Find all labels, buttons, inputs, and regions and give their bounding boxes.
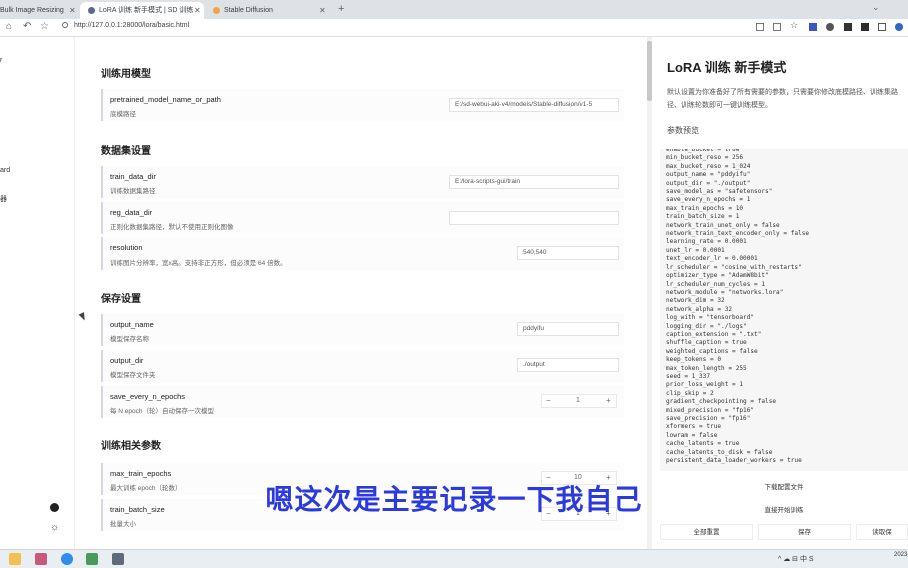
browser-tab-strip: Bulk Image Resizing ✕ LoRA 训练 新手模式 | SD … xyxy=(0,0,908,19)
param-row: train_data_dir 训练数据集路径 E:/lora-scripts-g… xyxy=(101,166,624,198)
app-icon[interactable] xyxy=(112,553,124,565)
param-row: output_name 模型保存名称 pddyifu xyxy=(101,314,624,346)
tab-label: Stable Diffusion xyxy=(224,7,273,14)
pretrained-model-input[interactable]: E:/sd-webui-aki-v4/models/Stable-diffusi… xyxy=(449,98,619,112)
save-every-n-epochs-stepper[interactable]: − 1 + xyxy=(541,394,617,408)
tab-close-icon[interactable]: ✕ xyxy=(319,2,326,19)
tab-close-icon[interactable]: ✕ xyxy=(194,2,201,19)
panel-title: LoRA 训练 新手模式 xyxy=(667,60,787,75)
tab-label: Bulk Image Resizing xyxy=(0,7,64,14)
tab-lora-training[interactable]: LoRA 训练 新手模式 | SD 训练 ✕ xyxy=(80,2,204,19)
params-preview-panel: LoRA 训练 新手模式 默认设置为你准备好了所有需要的参数，只需要你修改底模路… xyxy=(652,37,908,549)
param-name: train_data_dir xyxy=(110,172,156,181)
param-desc: 模型保存文件夹 xyxy=(110,372,156,379)
browser-icon[interactable] xyxy=(61,553,73,565)
param-name: output_name xyxy=(110,320,154,329)
page: r ard 器 ☼ 训练用模型 pretrained_model_name_or… xyxy=(0,37,908,549)
panel-description: 默认设置为你准备好了所有需要的参数，只需要你修改底模路径、训练集路径、训练轮数即… xyxy=(667,89,898,109)
back-icon[interactable]: ↶ xyxy=(23,21,31,32)
address-bar[interactable]: http://127.0.0.1:28000/lora/basic.html xyxy=(62,22,189,29)
sidebar: r ard 器 ☼ xyxy=(0,37,75,549)
toml-preview-text: enable_bucket = true min_bucket_reso = 2… xyxy=(666,149,810,465)
system-tray[interactable]: ^ ☁ ⊟ 中 S xyxy=(778,554,814,564)
param-name: reg_data_dir xyxy=(110,208,153,217)
param-desc: 训练数据集路径 xyxy=(110,188,156,195)
output-name-input[interactable]: pddyifu xyxy=(517,322,619,336)
param-name: max_train_epochs xyxy=(110,469,172,478)
theme-toggle-icon[interactable]: ☼ xyxy=(50,522,59,533)
train-data-dir-input[interactable]: E:/lora-scripts-gui/train xyxy=(449,175,619,189)
bookmark-star-icon[interactable]: ☆ xyxy=(40,21,49,32)
profile-avatar[interactable] xyxy=(895,23,903,31)
tab-close-icon[interactable]: ✕ xyxy=(69,2,76,19)
section-title: 训练用模型 xyxy=(101,69,151,80)
param-desc: 每 N epoch（轮）自动保存一次模型 xyxy=(110,408,215,415)
section-title: 训练相关参数 xyxy=(101,441,161,452)
section-title: 数据集设置 xyxy=(101,146,151,157)
toml-preview[interactable]: enable_bucket = true min_bucket_reso = 2… xyxy=(660,149,908,471)
image-viewer-icon[interactable] xyxy=(86,553,98,565)
star-icon[interactable]: ☆ xyxy=(790,20,798,30)
param-row: reg_data_dir 正则化数据集路径，默认不使用正则化图像 xyxy=(101,202,624,234)
video-subtitle: 嗯这次是主要记录一下我自己 xyxy=(0,478,908,518)
preview-label: 参数预览 xyxy=(667,126,699,135)
reset-all-button[interactable]: 全部重置 xyxy=(660,524,753,540)
file-explorer-icon[interactable] xyxy=(9,553,21,565)
output-dir-input[interactable]: ./output xyxy=(517,358,619,372)
translate-icon[interactable] xyxy=(756,23,764,31)
save-button[interactable]: 保存 xyxy=(758,524,851,540)
param-desc: 底模路径 xyxy=(110,111,136,118)
extension-icon[interactable] xyxy=(844,23,852,31)
param-row: save_every_n_epochs 每 N epoch（轮）自动保存一次模型… xyxy=(101,386,624,418)
param-name: pretrained_model_name_or_path xyxy=(110,95,221,104)
extension-icon[interactable] xyxy=(809,23,817,31)
main-form: 训练用模型 pretrained_model_name_or_path 底模路径… xyxy=(75,37,648,549)
sidebar-item-fragment[interactable]: ard xyxy=(0,167,10,174)
tab-favicon-icon xyxy=(88,7,95,14)
param-desc: 正则化数据集路径，默认不使用正则化图像 xyxy=(110,224,234,231)
param-desc: 批量大小 xyxy=(110,521,136,528)
decrement-button[interactable]: − xyxy=(546,395,551,407)
stepper-value: 1 xyxy=(576,397,580,404)
tab-bulk-image-resizing[interactable]: Bulk Image Resizing ✕ xyxy=(0,2,80,19)
param-desc: 模型保存名称 xyxy=(110,336,149,343)
param-row: output_dir 模型保存文件夹 ./output xyxy=(101,350,624,382)
param-row: resolution 训练图片分辨率，宽x高。支持非正方形，但必须是 64 倍数… xyxy=(101,237,624,270)
os-taskbar: ^ ☁ ⊟ 中 S 2023 xyxy=(0,549,908,568)
tab-stable-diffusion[interactable]: Stable Diffusion ✕ xyxy=(205,2,333,19)
reg-data-dir-input[interactable] xyxy=(449,211,619,225)
site-info-icon[interactable] xyxy=(62,22,68,28)
extension-icon[interactable] xyxy=(861,23,869,31)
subtitle-text: 嗯这次是主要记录一下我自己 xyxy=(265,484,643,515)
home-icon[interactable]: ⌂ xyxy=(6,21,12,32)
sidebar-item-fragment[interactable]: r xyxy=(0,57,2,64)
param-name: resolution xyxy=(110,243,143,252)
url-text: http://127.0.0.1:28000/lora/basic.html xyxy=(74,22,190,29)
param-name: output_dir xyxy=(110,356,144,365)
app-icon[interactable] xyxy=(35,553,47,565)
puzzle-extensions-icon[interactable] xyxy=(878,23,886,31)
increment-button[interactable]: + xyxy=(606,395,611,407)
tab-label: LoRA 训练 新手模式 | SD 训练 xyxy=(99,7,193,14)
resolution-input[interactable]: 540,540 xyxy=(517,246,619,260)
window-minimize-icon[interactable]: ⌄ xyxy=(872,2,880,13)
param-name: save_every_n_epochs xyxy=(110,392,186,401)
new-tab-plus-icon[interactable]: + xyxy=(338,3,344,15)
tab-favicon-icon xyxy=(213,7,220,14)
browser-toolbar: ⌂ ↶ ☆ http://127.0.0.1:28000/lora/basic.… xyxy=(0,19,908,37)
share-icon[interactable] xyxy=(773,23,781,31)
load-button[interactable]: 读取保 xyxy=(856,524,908,540)
param-desc: 训练图片分辨率，宽x高。支持非正方形，但必须是 64 倍数。 xyxy=(110,260,287,267)
extension-icon[interactable] xyxy=(826,23,834,31)
param-row: pretrained_model_name_or_path 底模路径 E:/sd… xyxy=(101,89,624,121)
section-title: 保存设置 xyxy=(101,294,141,305)
clock[interactable]: 2023 xyxy=(894,552,907,559)
sidebar-item-fragment[interactable]: 器 xyxy=(0,194,7,204)
